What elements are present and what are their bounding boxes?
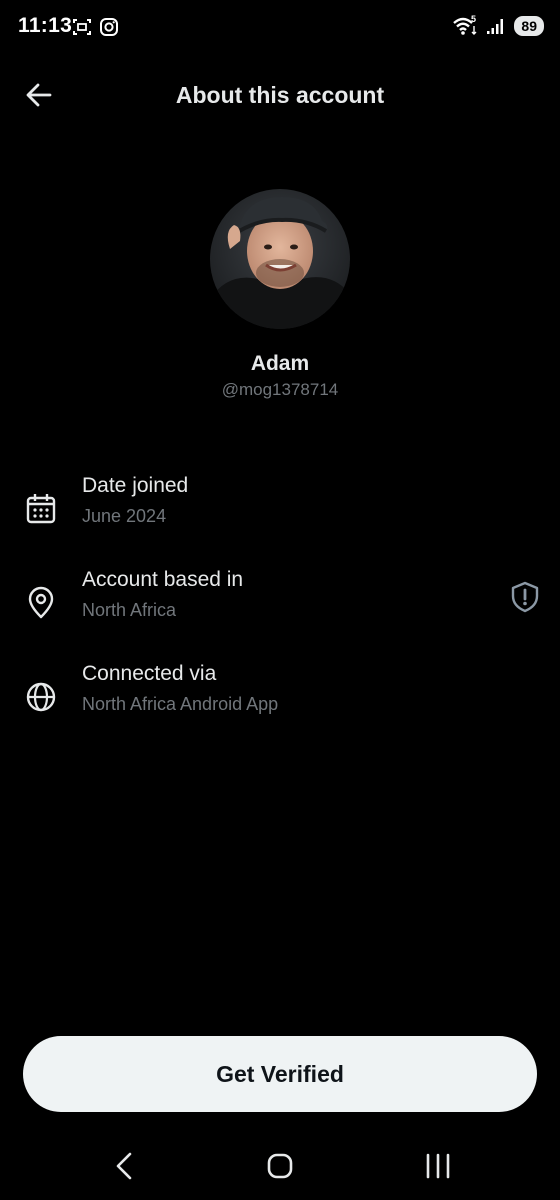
signal-icon	[487, 19, 504, 34]
location-pin-icon	[28, 586, 54, 619]
recents-nav-icon	[426, 1153, 450, 1179]
get-verified-button[interactable]: Get Verified	[23, 1036, 537, 1112]
status-right-icons: 5 89	[452, 15, 544, 37]
calendar-icon	[26, 494, 56, 524]
network-badge: 5	[471, 15, 476, 24]
date-joined-label: Date joined	[82, 474, 189, 497]
instagram-icon	[100, 18, 118, 36]
system-nav-bar	[0, 1132, 560, 1200]
connected-via-row: Connected via North Africa Android App	[0, 662, 560, 732]
screenshot-icon	[73, 19, 91, 35]
nav-home-button[interactable]	[260, 1148, 300, 1184]
wifi-icon: 5	[453, 15, 477, 35]
status-time: 11:13	[18, 14, 73, 37]
connected-via-value: North Africa Android App	[82, 694, 279, 714]
top-bar: About this account	[0, 64, 560, 128]
connected-via-label: Connected via	[82, 662, 217, 685]
account-based-in-row: Account based in North Africa	[0, 568, 560, 638]
page-title: About this account	[175, 82, 385, 108]
nav-recents-button[interactable]	[418, 1148, 458, 1184]
account-based-in-value: North Africa	[82, 600, 177, 620]
back-nav-icon	[116, 1152, 132, 1180]
status-left-icons	[72, 17, 119, 37]
shield-icon[interactable]	[508, 580, 542, 614]
battery-icon: 89	[514, 16, 544, 36]
avatar[interactable]	[210, 189, 350, 329]
display-name: Adam	[250, 352, 310, 375]
status-bar: 11:13 5 89	[0, 0, 560, 56]
date-joined-value: June 2024	[82, 506, 167, 526]
home-nav-icon	[267, 1153, 293, 1179]
username-handle: @mog1378714	[221, 380, 339, 399]
nav-back-button[interactable]	[106, 1148, 146, 1184]
account-based-in-label: Account based in	[82, 568, 244, 591]
date-joined-row: Date joined June 2024	[0, 474, 560, 544]
globe-icon	[26, 682, 56, 712]
